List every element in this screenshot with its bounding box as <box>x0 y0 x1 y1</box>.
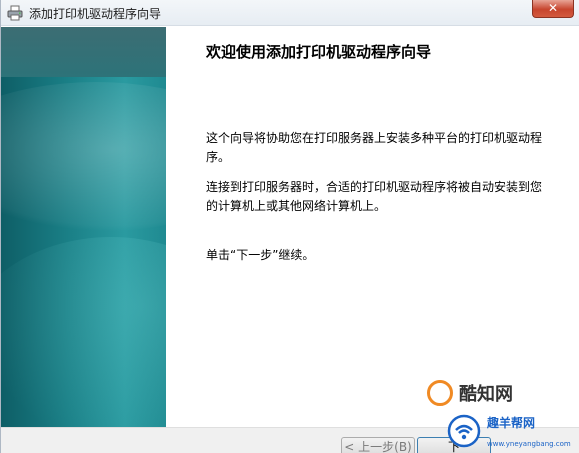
back-button[interactable]: < 上一步(B) <box>341 437 415 453</box>
close-button[interactable]: ✕ <box>532 0 574 18</box>
wizard-banner <box>1 27 166 427</box>
description-paragraph-2: 连接到打印服务器时，合适的打印机驱动程序将被自动安装到您的计算机上或其他网络计算… <box>206 180 543 213</box>
wizard-content: 欢迎使用添加打印机驱动程序向导 这个向导将协助您在打印服务器上安装多种平台的打印… <box>166 27 579 427</box>
watermark-site-name: 趣羊帮网 <box>487 416 536 430</box>
printer-icon <box>7 5 23 21</box>
banner-arc-highlight <box>1 82 166 232</box>
kuzhi-logo-icon <box>427 380 453 406</box>
title-bar[interactable]: 添加打印机驱动程序向导 ✕ <box>1 0 579 26</box>
watermark-site-url: www.yneyangbang.com <box>487 440 571 448</box>
wizard-window: 添加打印机驱动程序向导 ✕ 欢迎使用添加打印机驱动程序向导 这个向导将协助您在打… <box>0 0 579 453</box>
watermark-site: 趣羊帮网 www.yneyangbang.com <box>437 410 579 453</box>
banner-arc-glow <box>1 237 166 427</box>
page-title: 欢迎使用添加打印机驱动程序向导 <box>206 43 432 61</box>
instruction-text: 单击“下一步”继续。 <box>206 248 315 262</box>
watermark-logo-text: 酷知网 <box>459 384 513 405</box>
banner-top-band <box>1 27 166 77</box>
window-title: 添加打印机驱动程序向导 <box>29 7 162 21</box>
close-icon: ✕ <box>547 1 559 15</box>
description-paragraph-1: 这个向导将协助您在打印服务器上安装多种平台的打印机驱动程序。 <box>206 131 543 164</box>
wifi-logo-icon <box>447 414 481 448</box>
